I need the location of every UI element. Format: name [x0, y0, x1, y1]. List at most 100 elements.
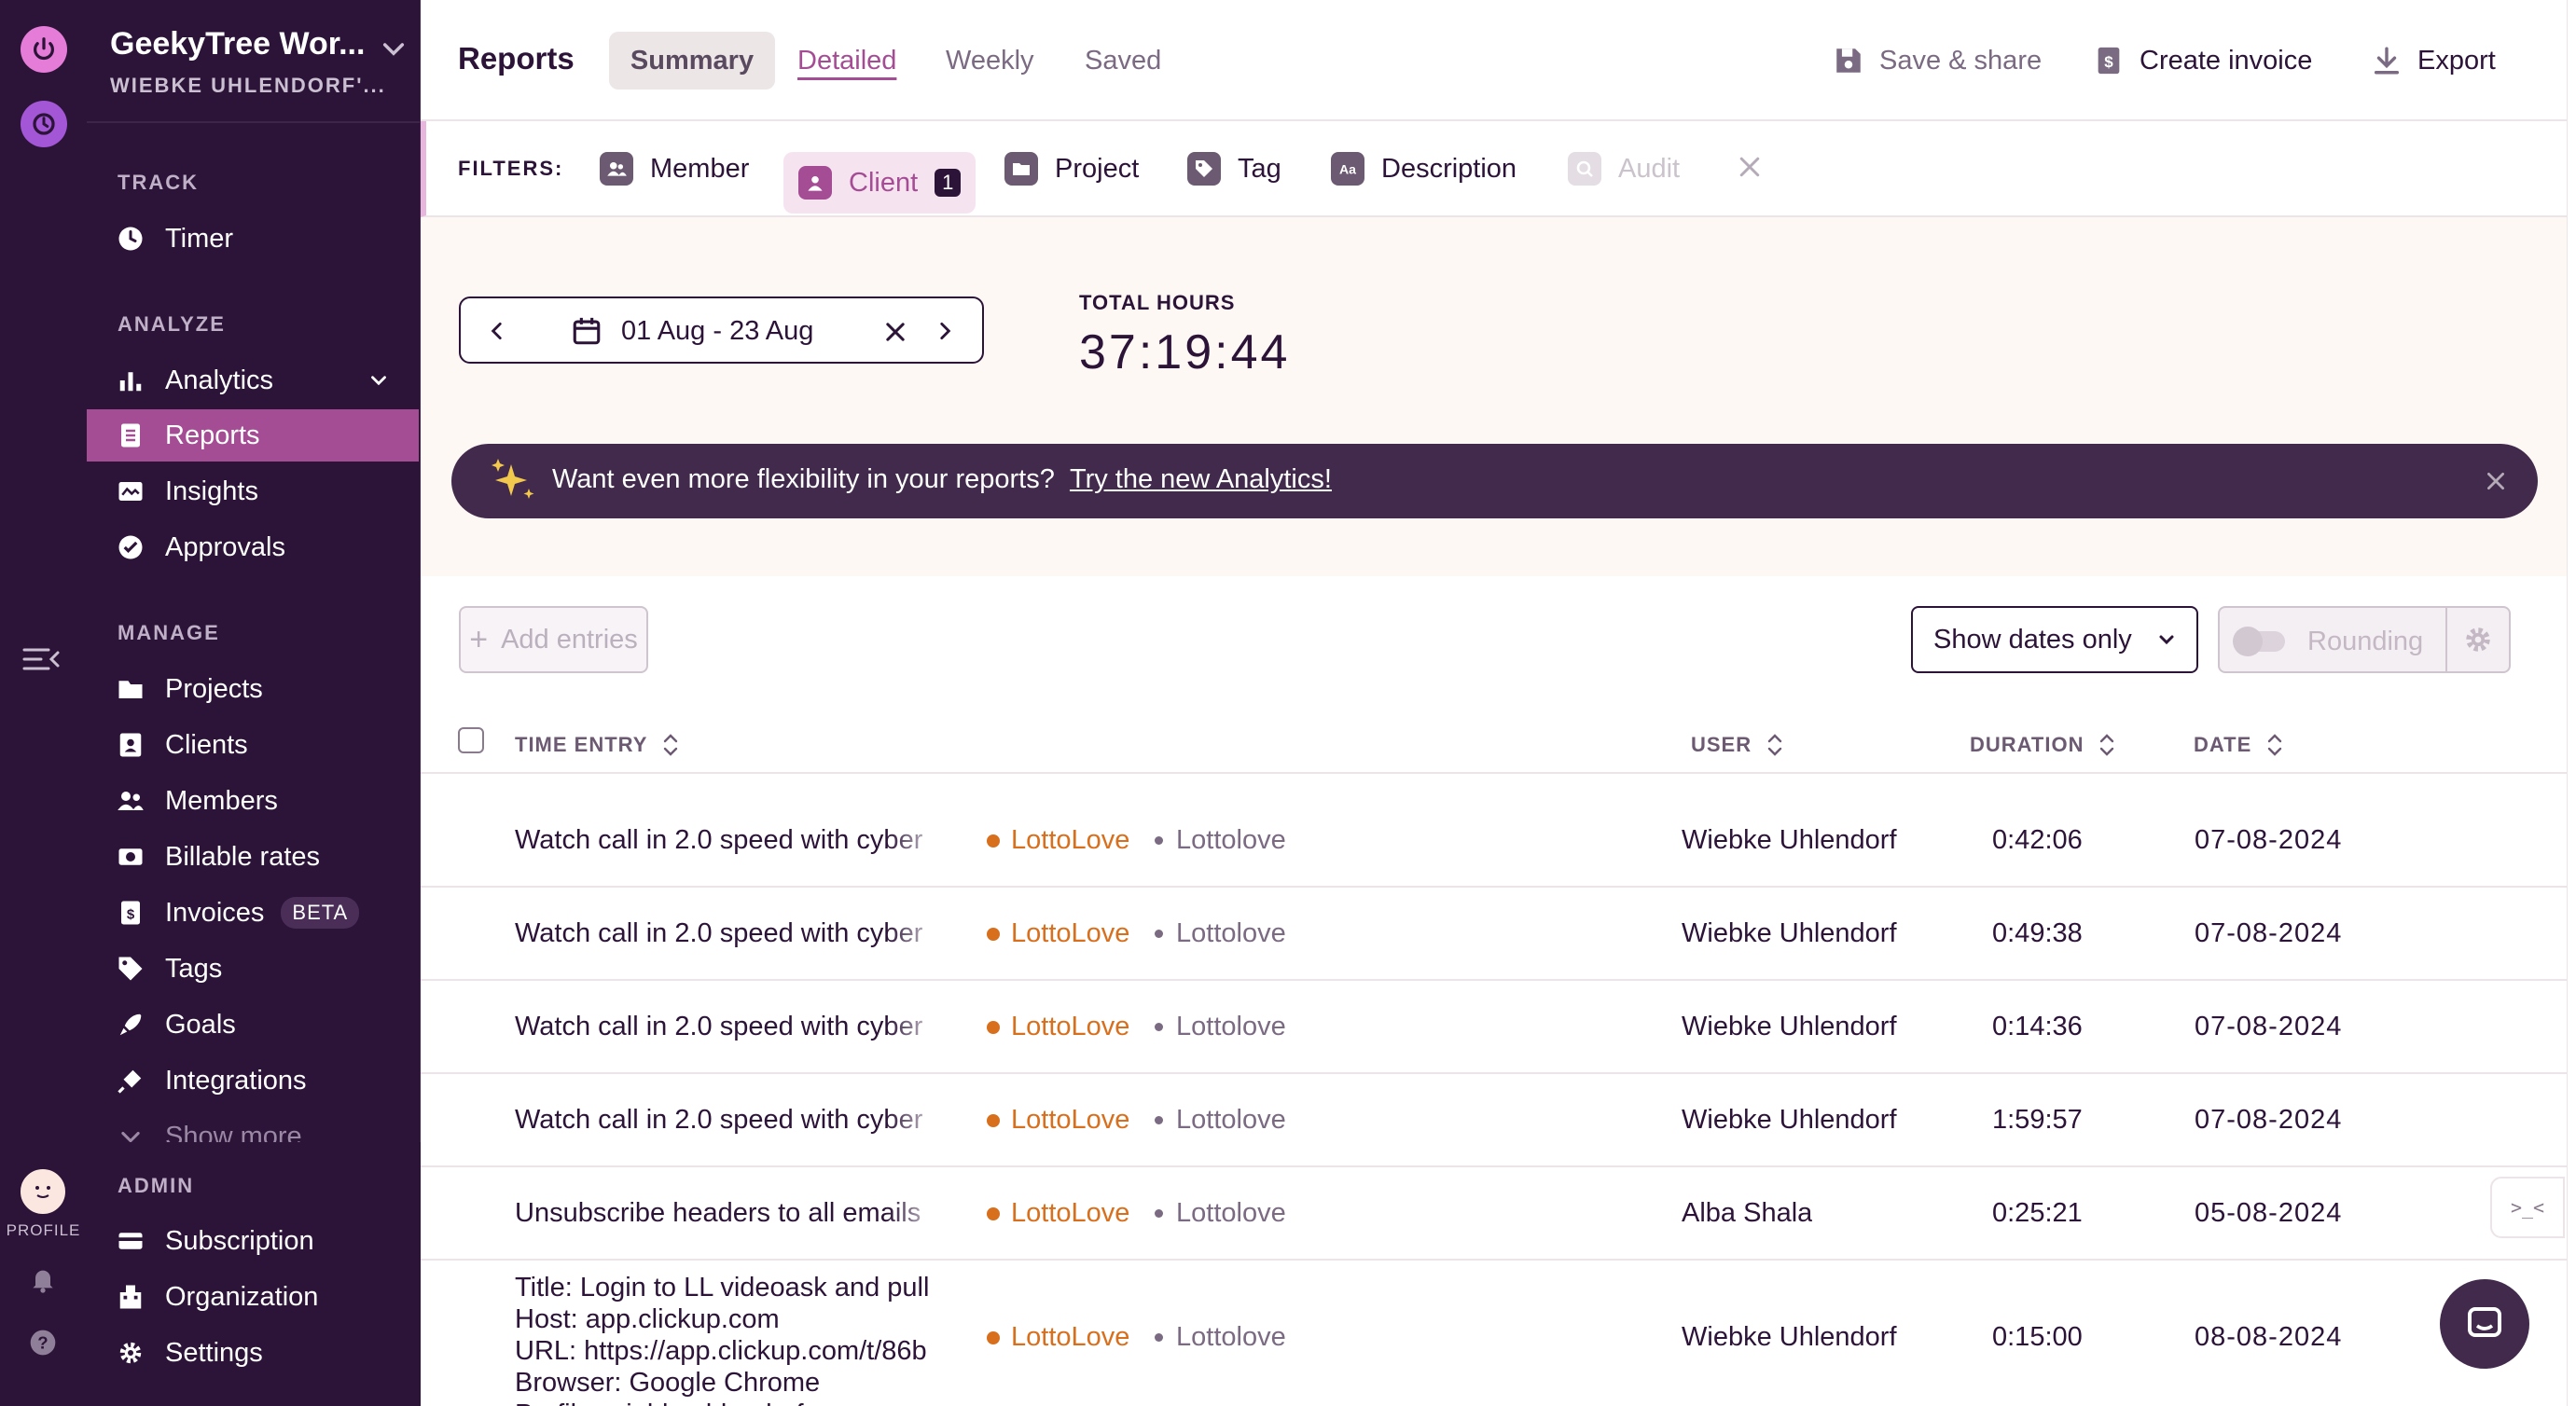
filter-audit[interactable]: Audit: [1553, 138, 1695, 200]
sidebar-item-invoices[interactable]: $ Invoices BETA: [87, 887, 419, 939]
entry-description[interactable]: Watch call in 2.0 speed with cyber: [515, 1105, 944, 1136]
sidebar-item-projects[interactable]: Projects: [87, 663, 419, 715]
filter-tag[interactable]: Tag: [1172, 138, 1296, 200]
entry-date[interactable]: 07-08-2024: [2195, 1012, 2342, 1042]
sidebar-item-timer[interactable]: Timer: [87, 213, 419, 265]
workspace-switcher[interactable]: GeekyTree Wor... WIEBKE UHLENDORF'...: [110, 26, 409, 98]
entry-project[interactable]: LottoLove: [987, 918, 1129, 949]
table-row[interactable]: Unsubscribe headers to all emails LottoL…: [421, 1167, 2567, 1261]
sidebar-item-goals[interactable]: Goals: [87, 999, 419, 1051]
tab-weekly[interactable]: Weekly: [946, 32, 1034, 90]
entry-date[interactable]: 07-08-2024: [2195, 825, 2342, 856]
column-duration[interactable]: DURATION: [1970, 731, 2117, 759]
sidebar-item-analytics[interactable]: Analytics: [87, 354, 419, 407]
sidebar-item-insights[interactable]: Insights: [87, 465, 419, 517]
export-button[interactable]: Export: [2371, 37, 2496, 84]
entry-project[interactable]: LottoLove: [987, 1322, 1129, 1353]
chevron-left-icon[interactable]: [485, 319, 509, 343]
folder-icon: [1004, 152, 1038, 186]
card-icon: [115, 1225, 146, 1257]
tab-saved[interactable]: Saved: [1085, 32, 1161, 90]
table-row[interactable]: Watch call in 2.0 speed with cyber Lotto…: [421, 981, 2567, 1074]
add-entries-button[interactable]: + Add entries: [459, 606, 648, 673]
section-track: TRACK: [118, 171, 199, 194]
filter-client[interactable]: Client 1: [783, 152, 976, 214]
sidebar-item-subscription[interactable]: Subscription: [87, 1215, 419, 1267]
entry-project[interactable]: LottoLove: [987, 1198, 1129, 1229]
side-widget-tab[interactable]: >_<: [2490, 1177, 2565, 1238]
entry-user: Wiebke Uhlendorf: [1682, 1322, 1897, 1352]
filter-project[interactable]: Project: [990, 138, 1154, 200]
table-row[interactable]: Watch call in 2.0 speed with cyber Lotto…: [421, 794, 2567, 888]
entry-description[interactable]: Watch call in 2.0 speed with cyber: [515, 918, 944, 949]
sidebar-item-label: Integrations: [165, 1065, 307, 1096]
tab-summary[interactable]: Summary: [609, 32, 775, 90]
entry-date[interactable]: 08-08-2024: [2195, 1322, 2342, 1353]
sidebar-item-clients[interactable]: Clients: [87, 719, 419, 771]
entry-duration[interactable]: 0:25:21: [1992, 1198, 2083, 1229]
clear-date-icon[interactable]: [882, 319, 908, 345]
bar-chart-icon: [115, 365, 146, 396]
collapse-sidebar-icon[interactable]: [21, 645, 62, 673]
try-analytics-link[interactable]: Try the new Analytics!: [1070, 464, 1332, 494]
column-date[interactable]: DATE: [2194, 731, 2285, 759]
sidebar-item-reports[interactable]: Reports: [87, 409, 419, 462]
entry-description[interactable]: Watch call in 2.0 speed with cyber: [515, 1012, 944, 1042]
entry-project[interactable]: LottoLove: [987, 1105, 1129, 1136]
entry-description[interactable]: Unsubscribe headers to all emails: [515, 1198, 944, 1229]
clear-filters-icon[interactable]: [1736, 153, 1764, 181]
entry-duration[interactable]: 0:42:06: [1992, 825, 2083, 856]
sidebar-item-tags[interactable]: Tags: [87, 943, 419, 995]
entry-description[interactable]: Title: Login to LL videoask and pull Hos…: [515, 1272, 944, 1406]
rounding-toggle[interactable]: Rounding: [2218, 606, 2445, 673]
tab-detailed[interactable]: Detailed: [797, 32, 896, 90]
close-icon[interactable]: [2484, 469, 2508, 493]
entry-date[interactable]: 05-08-2024: [2195, 1198, 2342, 1229]
table-row[interactable]: Watch call in 2.0 speed with cyber Lotto…: [421, 1074, 2567, 1167]
power-icon[interactable]: [21, 26, 67, 73]
sidebar-item-billable-rates[interactable]: Billable rates: [87, 831, 419, 883]
help-icon[interactable]: ?: [28, 1328, 58, 1358]
filter-description[interactable]: Aa Description: [1316, 138, 1531, 200]
scrollbar[interactable]: [2567, 0, 2576, 1406]
track-app-icon[interactable]: [21, 101, 67, 147]
date-range-picker[interactable]: 01 Aug - 23 Aug: [459, 296, 984, 364]
entry-description[interactable]: Watch call in 2.0 speed with cyber: [515, 825, 944, 856]
entry-user: Wiebke Uhlendorf: [1682, 918, 1897, 948]
entry-project[interactable]: LottoLove: [987, 825, 1129, 856]
filter-member[interactable]: Member: [585, 138, 764, 200]
sidebar-item-integrations[interactable]: Integrations: [87, 1054, 419, 1107]
column-time-entry[interactable]: TIME ENTRY: [515, 731, 681, 759]
sidebar-item-label: Reports: [165, 420, 260, 450]
sidebar-item-organization[interactable]: Organization: [87, 1271, 419, 1323]
plug-icon: [115, 1065, 146, 1096]
save-share-button[interactable]: Save & share: [1833, 37, 2042, 84]
sidebar-item-settings[interactable]: Settings: [87, 1327, 419, 1379]
avatar[interactable]: [19, 1167, 67, 1216]
clock-icon: [115, 223, 146, 255]
column-user[interactable]: USER: [1691, 731, 1785, 759]
bullet: [1155, 1023, 1163, 1031]
rounding-settings-button[interactable]: [2445, 606, 2511, 673]
entry-duration[interactable]: 0:49:38: [1992, 918, 2083, 949]
select-all-checkbox[interactable]: [458, 727, 484, 753]
sidebar-item-approvals[interactable]: Approvals: [87, 521, 419, 573]
entry-date[interactable]: 07-08-2024: [2195, 1105, 2342, 1136]
bell-icon[interactable]: [28, 1264, 58, 1294]
entry-date[interactable]: 07-08-2024: [2195, 918, 2342, 949]
table-row[interactable]: Title: Login to LL videoask and pull Hos…: [421, 1261, 2567, 1406]
group-by-select[interactable]: Show dates only: [1911, 606, 2198, 673]
client-name: Lottolove: [1176, 1012, 1286, 1041]
sidebar-item-members[interactable]: Members: [87, 775, 419, 827]
entry-project[interactable]: LottoLove: [987, 1012, 1129, 1042]
filter-label: Project: [1055, 153, 1140, 184]
filter-label: Tag: [1238, 153, 1281, 184]
entry-duration[interactable]: 1:59:57: [1992, 1105, 2083, 1136]
chevron-right-icon[interactable]: [933, 319, 957, 343]
chat-button[interactable]: [2440, 1279, 2529, 1369]
entry-duration[interactable]: 0:15:00: [1992, 1322, 2083, 1353]
table-row[interactable]: Watch call in 2.0 speed with cyber Lotto…: [421, 888, 2567, 981]
description-line: Title: Login to LL videoask and pull: [515, 1273, 930, 1303]
create-invoice-button[interactable]: $ Create invoice: [2093, 37, 2312, 84]
entry-duration[interactable]: 0:14:36: [1992, 1012, 2083, 1042]
